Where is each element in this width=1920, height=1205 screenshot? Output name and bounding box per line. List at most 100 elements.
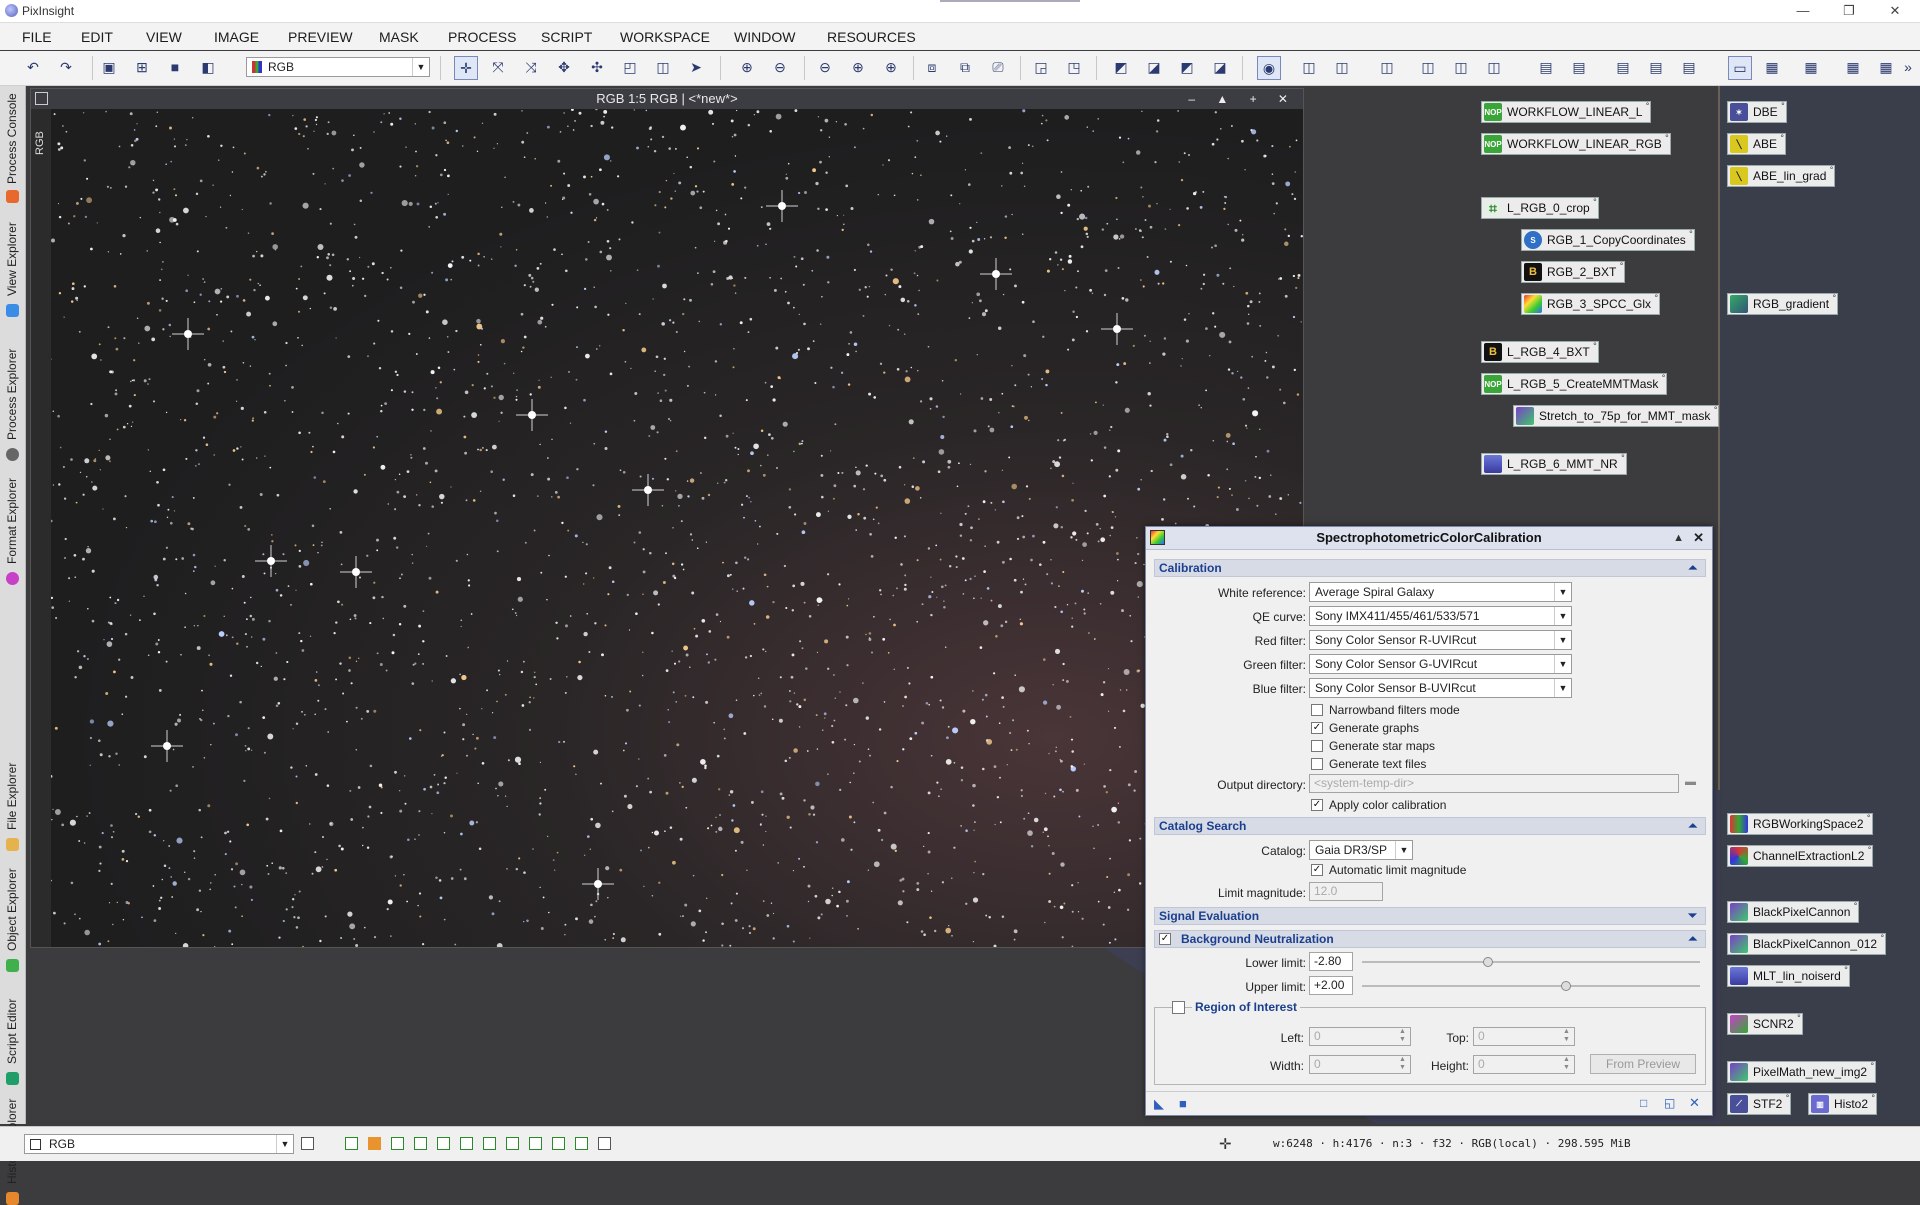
stepper-icon[interactable]: ▲ ▼ [1563, 1056, 1570, 1072]
upper-limit-slider[interactable] [1362, 985, 1700, 987]
process-icon-blackpixelcannon-012[interactable]: BlackPixelCannon_012 [1727, 933, 1887, 955]
workspace-icon-2[interactable]: ▤ [1568, 56, 1590, 78]
crosshair-icon[interactable]: ✛ [454, 56, 478, 80]
link-icon[interactable] [301, 1137, 314, 1150]
window-icon-2[interactable]: ▦ [1800, 56, 1822, 78]
process-icon-dbe[interactable]: ✶ DBE [1727, 101, 1787, 123]
menu-file[interactable]: FILE [22, 29, 52, 45]
browse-documentation-icon[interactable]: □ [1640, 1096, 1647, 1110]
menu-view[interactable]: VIEW [146, 29, 182, 45]
channel-active-icon[interactable] [368, 1137, 381, 1150]
folder-icon[interactable]: ▬ [1685, 776, 1697, 788]
tab-view-explorer[interactable]: View Explorer [2, 210, 22, 340]
channel-blank-icon[interactable] [598, 1137, 611, 1150]
channel-rgb-icon[interactable] [345, 1137, 358, 1150]
auto-limit-checkbox[interactable]: ✓ [1311, 864, 1323, 876]
undo-icon[interactable]: ↶ [22, 56, 44, 78]
toolbar-overflow-icon[interactable]: » [1900, 56, 1916, 78]
image-canvas[interactable] [51, 109, 1303, 947]
redo-icon[interactable]: ↷ [55, 56, 77, 78]
blue-filter-select[interactable]: Sony Color Sensor B-UVIRcut ▼ [1309, 678, 1572, 698]
upper-limit-slider-knob[interactable] [1560, 981, 1571, 991]
shrink-icon[interactable]: ⤨ [520, 56, 542, 78]
region-of-interest-checkbox[interactable] [1172, 1001, 1185, 1014]
catalog-select[interactable]: Gaia DR3/SP ▼ [1309, 840, 1413, 860]
white-reference-select[interactable]: Average Spiral Galaxy ▼ [1309, 582, 1572, 602]
generate-graphs-checkbox[interactable]: ✓ [1311, 722, 1323, 734]
process-icon-rgbworkingspace2[interactable]: RGBWorkingSpace2 [1727, 813, 1873, 835]
roi-top-input[interactable]: 0 [1473, 1027, 1575, 1046]
narrowband-checkbox[interactable] [1311, 704, 1323, 716]
reset-icon[interactable]: ✕ [1689, 1095, 1700, 1111]
menu-mask[interactable]: MASK [379, 29, 419, 45]
tab-file-explorer[interactable]: File Explorer [2, 666, 22, 851]
upper-limit-input[interactable]: +2.00 [1309, 976, 1353, 995]
mask-show-icon[interactable]: ◩ [1176, 56, 1198, 78]
process-icon-stf2[interactable]: ⟋ STF2 [1727, 1093, 1792, 1115]
process-icon-2[interactable]: ◫ [1331, 56, 1353, 78]
channel-a-icon[interactable] [506, 1137, 519, 1150]
duplicate-icon[interactable]: ▣ [98, 56, 120, 78]
window-icon-4[interactable]: ▦ [1875, 56, 1897, 78]
process-icon-1[interactable]: ◫ [1298, 56, 1320, 78]
tab-format-explorer[interactable]: Format Explorer [2, 466, 22, 666]
channel-b2-icon[interactable] [529, 1137, 542, 1150]
collapse-dialog-icon[interactable]: ▲ [1673, 527, 1684, 549]
zoom-fit-icon[interactable]: ⤧ [487, 56, 509, 78]
process-icon-5[interactable]: ◫ [1450, 56, 1472, 78]
image-window-titlebar[interactable]: RGB 1:5 RGB | <*new*> – ▲ + ✕ [31, 89, 1303, 109]
pan-icon[interactable]: ✥ [553, 56, 575, 78]
process-icon-blackpixelcannon[interactable]: BlackPixelCannon [1727, 901, 1860, 923]
background-neutralization-checkbox[interactable]: ✓ [1159, 933, 1171, 945]
zoom-2-icon[interactable]: ⊕ [847, 56, 869, 78]
menu-process[interactable]: PROCESS [448, 29, 516, 45]
window-icon-1[interactable]: ▦ [1761, 56, 1783, 78]
fit-window-icon[interactable]: ⧉ [954, 56, 976, 78]
restore-button[interactable]: ❐ [1826, 0, 1872, 22]
stepper-icon[interactable]: ▲ ▼ [1563, 1028, 1570, 1044]
channel-s-icon[interactable] [575, 1137, 588, 1150]
apply-color-calibration-checkbox[interactable]: ✓ [1311, 799, 1323, 811]
menu-workspace[interactable]: WORKSPACE [620, 29, 710, 45]
minimize-button[interactable]: — [1780, 0, 1826, 22]
lower-limit-input[interactable]: -2.80 [1309, 952, 1353, 971]
mask-edit-icon[interactable]: ◪ [1143, 56, 1165, 78]
zoom-in-icon[interactable]: ⊕ [736, 56, 758, 78]
menu-resources[interactable]: RESOURCES [827, 29, 916, 45]
screen-icon[interactable]: ⎚ [987, 56, 1009, 78]
process-icon-mlt-lin-noiserd[interactable]: MLT_lin_noiserd [1727, 965, 1850, 987]
fit-view-icon[interactable]: ⧈ [921, 56, 943, 78]
monitor-icon[interactable]: ▭ [1728, 56, 1752, 80]
red-filter-select[interactable]: Sony Color Sensor R-UVIRcut ▼ [1309, 630, 1572, 650]
tab-process-explorer[interactable]: Process Explorer [2, 330, 22, 470]
close-dialog-icon[interactable]: ✕ [1693, 527, 1704, 549]
apply-global-icon[interactable]: ■ [1179, 1096, 1187, 1111]
status-view-selector[interactable]: RGB ▼ [24, 1134, 294, 1154]
process-icon-l-rgb-4-bxt[interactable]: B L_RGB_4_BXT [1481, 341, 1599, 363]
process-icon-l-rgb-5-createmmtmask[interactable]: NOP L_RGB_5_CreateMMTMask [1481, 373, 1668, 395]
tab-object-explorer[interactable]: Object Explorer [2, 861, 22, 972]
move-icon[interactable]: ✣ [586, 56, 608, 78]
rgb-split-icon[interactable]: ■ [164, 56, 186, 78]
zoom-1-icon[interactable]: ⊖ [814, 56, 836, 78]
expand-section-icon[interactable]: ⏷ [1688, 908, 1697, 924]
process-icon-channelextractionl2[interactable]: ChannelExtractionL2 [1727, 845, 1874, 867]
menu-preview[interactable]: PREVIEW [288, 29, 353, 45]
channel-h-icon[interactable] [552, 1137, 565, 1150]
lower-limit-slider[interactable] [1362, 961, 1700, 963]
limit-magnitude-input[interactable]: 12.0 [1309, 882, 1383, 901]
section-calibration[interactable]: Calibration ⏶ [1154, 559, 1706, 577]
workspace-icon-3[interactable]: ▤ [1612, 56, 1634, 78]
process-icon-l-rgb-6-mmt-nr[interactable]: L_RGB_6_MMT_NR [1481, 453, 1627, 475]
roi-height-input[interactable]: 0 [1473, 1055, 1575, 1074]
process-icon-histo2[interactable]: ▥ Histo2 [1808, 1093, 1878, 1115]
zoom-3-icon[interactable]: ⊕ [880, 56, 902, 78]
section-background-neutralization[interactable]: Background Neutralization ⏶ [1154, 930, 1706, 948]
new-instance-icon[interactable]: ◣ [1154, 1096, 1164, 1112]
dialog-titlebar[interactable]: SpectrophotometricColorCalibration ▲ ✕ [1146, 527, 1712, 550]
stf-link-icon[interactable]: ◳ [1063, 56, 1085, 78]
rgb-combine-icon[interactable]: ◧ [197, 56, 219, 78]
channel-g-icon[interactable] [414, 1137, 427, 1150]
pointer-icon[interactable]: ➤ [685, 56, 707, 78]
process-icon-rgb-1-copycoordinates[interactable]: S RGB_1_CopyCoordinates [1521, 229, 1695, 251]
